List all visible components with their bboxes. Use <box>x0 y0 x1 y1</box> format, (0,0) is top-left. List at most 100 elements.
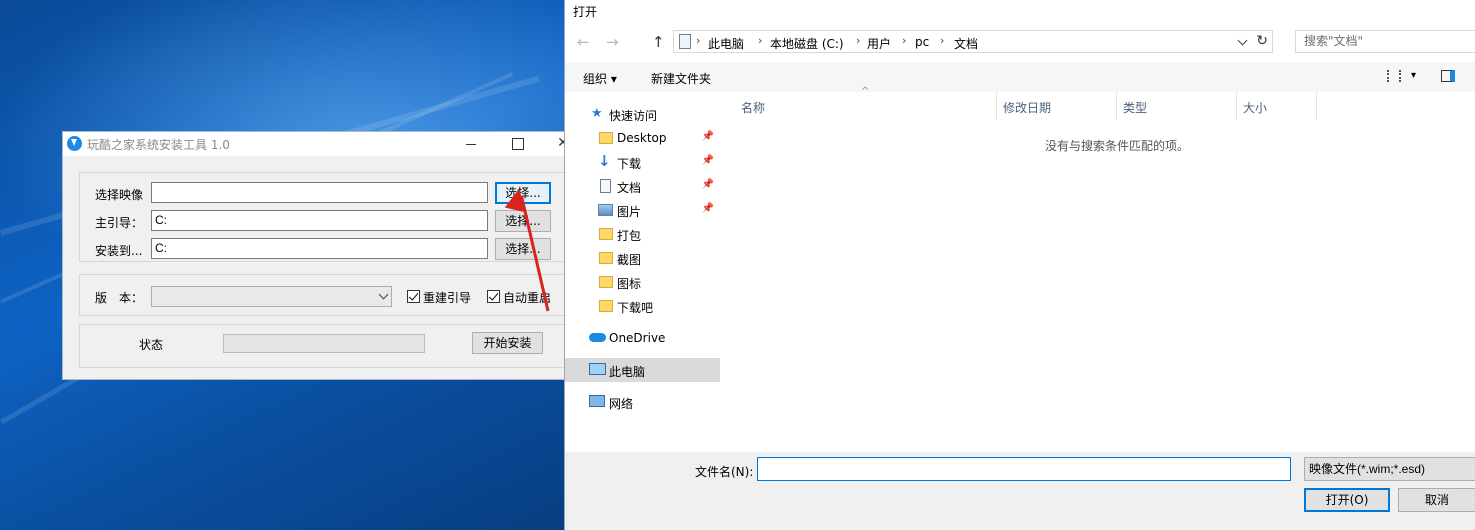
install-to-input[interactable]: C: <box>151 238 488 259</box>
nav-label: 图标 <box>617 277 642 291</box>
column-header-name[interactable]: 名称 ^ <box>735 86 997 120</box>
image-group: 选择映像 选择... 主引导： C: 选择... 安装到... C: 选择... <box>79 172 581 262</box>
nav-quick-access[interactable]: ★ 快速访问 <box>565 102 720 126</box>
nav-network[interactable]: 网络 <box>565 390 720 414</box>
nav-label: 下载 <box>617 157 642 171</box>
pin-icon: 📌 <box>701 179 714 190</box>
network-icon <box>589 395 605 407</box>
rebuild-boot-checkbox[interactable] <box>407 290 420 303</box>
download-arrow-icon: ↓ <box>598 152 611 170</box>
nav-item-documents[interactable]: 文档 📌 <box>565 174 720 198</box>
organize-label: 组织 <box>583 72 608 86</box>
folder-icon <box>599 228 613 240</box>
search-input[interactable]: 搜索"文档" <box>1295 30 1475 53</box>
chevron-down-icon <box>378 289 389 300</box>
view-options-icon[interactable] <box>1387 70 1401 82</box>
installer-titlebar[interactable]: 玩酷之家系统安装工具 1.0 ✕ <box>63 132 581 156</box>
computer-icon <box>589 363 606 375</box>
breadcrumb-item[interactable]: 用户 <box>867 35 891 52</box>
folder-icon <box>599 132 613 144</box>
pin-icon: 📌 <box>701 131 714 142</box>
preview-pane-icon[interactable] <box>1441 70 1455 82</box>
maximize-button[interactable] <box>494 132 540 156</box>
nav-label: Desktop <box>617 131 667 145</box>
nav-item-pictures[interactable]: 图片 📌 <box>565 198 720 222</box>
nav-item-desktop[interactable]: Desktop 📌 <box>565 126 720 150</box>
breadcrumb-item[interactable]: pc <box>915 35 929 49</box>
chevron-down-icon[interactable] <box>1237 35 1248 46</box>
column-label: 大小 <box>1243 101 1268 115</box>
select-image-label: 选择映像 <box>95 188 144 202</box>
filetype-value: 映像文件(*.wim;*.esd) <box>1309 462 1426 476</box>
version-label: 版 本： <box>95 291 144 305</box>
up-arrow-icon[interactable]: ↑ <box>652 33 665 51</box>
document-icon <box>600 179 611 193</box>
pin-icon: 📌 <box>701 203 714 214</box>
picture-icon <box>598 204 613 216</box>
image-path-input[interactable] <box>151 182 488 203</box>
version-select[interactable] <box>151 286 392 307</box>
nav-item-folder[interactable]: 截图 <box>565 246 720 270</box>
folder-icon <box>599 300 613 312</box>
breadcrumb-separator: › <box>856 34 861 47</box>
nav-item-folder[interactable]: 打包 <box>565 222 720 246</box>
breadcrumb-item[interactable]: 此电脑 <box>708 35 744 52</box>
forward-arrow-icon[interactable]: → <box>606 33 619 51</box>
auto-restart-checkbox[interactable] <box>487 290 500 303</box>
star-icon: ★ <box>591 106 603 121</box>
nav-this-pc[interactable]: 此电脑 <box>565 358 720 382</box>
start-install-button[interactable]: 开始安装 <box>472 332 543 354</box>
breadcrumb-item[interactable]: 本地磁盘 (C:) <box>770 35 844 52</box>
dialog-footer: 文件名(N): 映像文件(*.wim;*.esd) 打开(O) 取消 <box>565 452 1475 530</box>
filename-input[interactable] <box>757 457 1291 481</box>
filename-label: 文件名(N): <box>695 465 754 479</box>
installer-window: 玩酷之家系统安装工具 1.0 ✕ 选择映像 选择... 主引导： C: 选择..… <box>62 131 582 380</box>
nav-item-folder[interactable]: 图标 <box>565 270 720 294</box>
main-boot-input[interactable]: C: <box>151 210 488 231</box>
chevron-down-icon[interactable]: ▾ <box>1411 70 1416 81</box>
installer-title: 玩酷之家系统安装工具 1.0 <box>87 138 230 152</box>
nav-item-folder[interactable]: 下载吧 <box>565 294 720 318</box>
nav-label: 网络 <box>609 397 634 411</box>
install-to-label: 安装到... <box>95 244 143 258</box>
nav-label: 此电脑 <box>609 365 646 379</box>
nav-item-downloads[interactable]: ↓ 下载 📌 <box>565 150 720 174</box>
nav-label: 截图 <box>617 253 642 267</box>
dialog-toolbar: 组织 ▾ 新建文件夹 ▾ <box>565 62 1475 92</box>
back-arrow-icon[interactable]: ← <box>577 33 590 51</box>
breadcrumb-separator: › <box>940 34 945 47</box>
minimize-button[interactable] <box>448 132 494 156</box>
nav-label: 图片 <box>617 205 642 219</box>
nav-label: OneDrive <box>609 331 666 345</box>
column-header-type[interactable]: 类型 <box>1117 92 1237 120</box>
nav-label: 快速访问 <box>609 109 658 123</box>
rebuild-boot-label[interactable]: 重建引导 <box>423 289 471 306</box>
this-pc-icon <box>679 34 691 49</box>
version-group: 版 本： 重建引导 自动重启 <box>79 274 581 316</box>
open-button[interactable]: 打开(O) <box>1304 488 1390 512</box>
cancel-button[interactable]: 取消 <box>1398 488 1475 512</box>
nav-label: 下载吧 <box>617 301 654 315</box>
column-label: 类型 <box>1123 101 1148 115</box>
breadcrumb-item[interactable]: 文档 <box>954 35 978 52</box>
nav-label: 打包 <box>617 229 642 243</box>
empty-results-message: 没有与搜索条件匹配的项。 <box>1045 139 1190 153</box>
main-boot-label: 主引导： <box>95 216 144 230</box>
breadcrumb-separator: › <box>696 34 701 47</box>
cloud-icon <box>589 333 606 342</box>
new-folder-button[interactable]: 新建文件夹 <box>651 70 711 87</box>
navigation-pane: ★ 快速访问 Desktop 📌 ↓ 下载 📌 文档 📌 图片 📌 打包 截图 … <box>565 92 723 432</box>
download-app-icon <box>67 136 82 151</box>
organize-menu[interactable]: 组织 ▾ <box>583 70 617 87</box>
breadcrumb-separator: › <box>902 34 907 47</box>
filetype-select[interactable]: 映像文件(*.wim;*.esd) <box>1304 457 1475 481</box>
select-target-button[interactable]: 选择... <box>495 238 551 260</box>
column-header-date[interactable]: 修改日期 <box>997 92 1117 120</box>
status-group: 状态 开始安装 <box>79 324 581 368</box>
folder-icon <box>599 276 613 288</box>
address-bar[interactable]: › 此电脑 › 本地磁盘 (C:) › 用户 › pc › 文档 ↻ <box>673 30 1273 53</box>
refresh-icon[interactable]: ↻ <box>1256 33 1268 49</box>
pin-icon: 📌 <box>701 155 714 166</box>
nav-onedrive[interactable]: OneDrive <box>565 326 720 350</box>
column-header-size[interactable]: 大小 <box>1237 92 1317 120</box>
